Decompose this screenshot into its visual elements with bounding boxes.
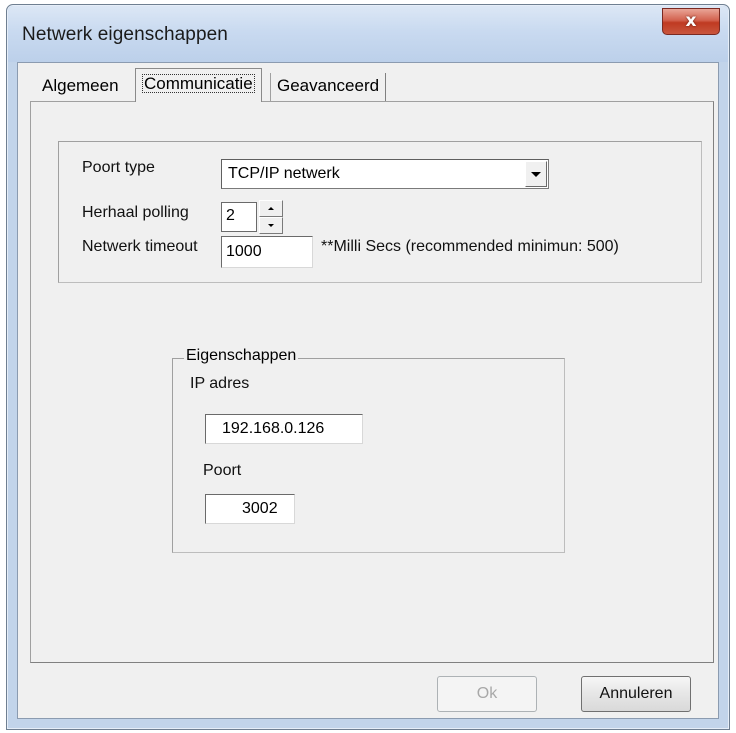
ip-address-label: IP adres [190, 375, 250, 392]
tab-geavanceerd[interactable]: Geavanceerd [270, 73, 387, 101]
port-type-value: TCP/IP netwerk [228, 165, 340, 182]
polling-increment-button[interactable] [259, 200, 283, 217]
arrow-down-icon [268, 224, 274, 227]
polling-decrement-button[interactable] [259, 217, 283, 234]
close-button[interactable]: x [662, 8, 720, 35]
timeout-note: **Milli Secs (recommended minimun: 500) [321, 238, 619, 255]
port-type-label: Poort type [82, 159, 155, 176]
timeout-input[interactable]: 1000 [221, 236, 313, 268]
tab-communicatie[interactable]: Communicatie [135, 68, 262, 102]
close-icon: x [685, 11, 697, 31]
window-title: Netwerk eigenschappen [22, 24, 228, 45]
dialog-client-area: Algemeen Communicatie Geavanceerd Poort … [17, 62, 719, 719]
ip-address-input[interactable]: 192.168.0.126 [205, 414, 363, 444]
properties-group: Eigenschappen IP adres 192.168.0.126 Poo… [172, 347, 565, 553]
ok-button[interactable]: Ok [437, 676, 537, 712]
title-bar[interactable]: Netwerk eigenschappen x [8, 6, 728, 62]
tab-algemeen[interactable]: Algemeen [36, 73, 125, 101]
communicatie-panel: Poort type TCP/IP netwerk Herhaal pollin… [30, 101, 714, 663]
timeout-label: Netwerk timeout [82, 238, 198, 255]
cancel-button[interactable]: Annuleren [581, 676, 691, 712]
port-input[interactable]: 3002 [205, 494, 295, 524]
arrow-up-icon [268, 207, 274, 210]
chevron-down-icon [531, 171, 541, 177]
port-type-select[interactable]: TCP/IP netwerk [221, 159, 549, 189]
connection-settings-group: Poort type TCP/IP netwerk Herhaal pollin… [58, 141, 702, 283]
port-type-dropdown-button[interactable] [525, 161, 547, 187]
tab-communicatie-label: Communicatie [142, 74, 255, 93]
polling-label: Herhaal polling [82, 204, 189, 221]
port-label: Poort [203, 462, 242, 479]
properties-legend: Eigenschappen [184, 347, 299, 365]
polling-stepper [259, 200, 283, 234]
dialog-window: Netwerk eigenschappen x Algemeen Communi… [6, 4, 730, 730]
polling-input[interactable]: 2 [221, 202, 257, 232]
